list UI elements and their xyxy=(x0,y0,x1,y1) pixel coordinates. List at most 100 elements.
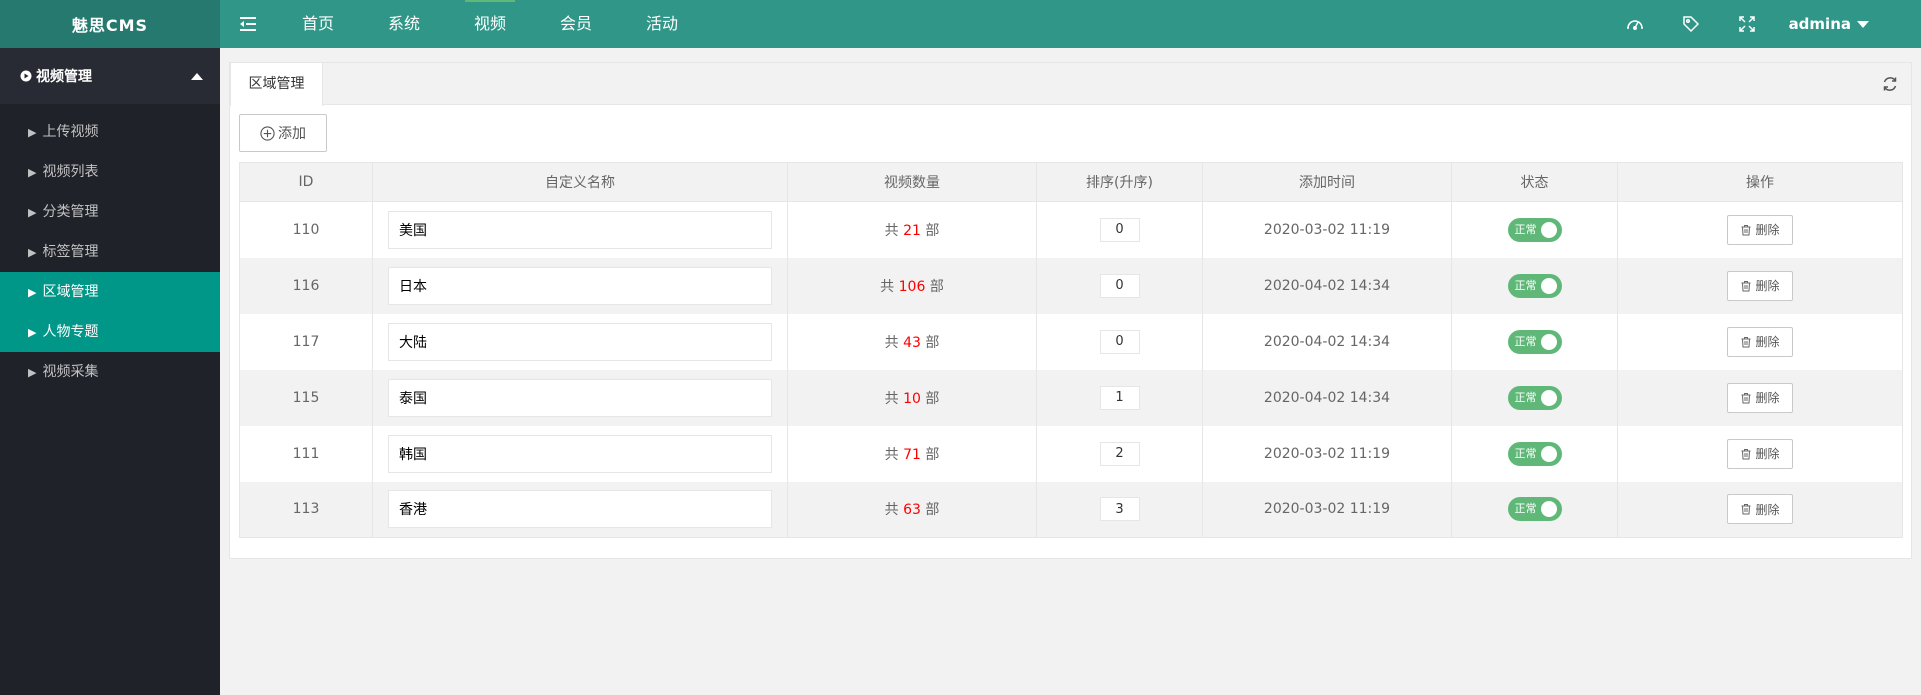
status-label: 正常 xyxy=(1514,334,1537,348)
col-actions: 操作 xyxy=(1617,162,1903,202)
plus-circle-icon xyxy=(260,125,275,141)
count-number: 106 xyxy=(898,278,926,295)
row-id: 116 xyxy=(239,257,373,314)
sidebar-item-region[interactable]: ▶ 区域管理 xyxy=(0,272,220,312)
region-name-input[interactable] xyxy=(388,210,772,249)
top-header: 魅思CMS 首页 系统 视频 会员 活动 admina xyxy=(0,0,1921,48)
user-menu[interactable]: admina xyxy=(1775,0,1921,48)
table-row: 113 共 63 部 2020-03-02 11:19 正常 删除 xyxy=(239,481,1903,538)
status-switch[interactable]: 正常 xyxy=(1507,273,1562,298)
sort-input[interactable] xyxy=(1099,441,1140,466)
sidebar-item-people[interactable]: ▶ 人物专题 xyxy=(0,312,220,352)
delete-button[interactable]: 删除 xyxy=(1727,214,1793,245)
chevron-down-icon xyxy=(1857,20,1869,28)
triangle-right-icon: ▶ xyxy=(28,166,37,179)
sort-input[interactable] xyxy=(1099,329,1140,354)
fullscreen-icon[interactable] xyxy=(1719,0,1775,48)
switch-knob xyxy=(1540,389,1557,406)
sidebar-item-upload-video[interactable]: ▶ 上传视频 xyxy=(0,112,220,152)
nav-video[interactable]: 视频 xyxy=(447,0,533,48)
switch-knob xyxy=(1540,333,1557,350)
added-time: 2020-03-02 11:19 xyxy=(1202,481,1452,538)
added-time: 2020-04-02 14:34 xyxy=(1202,369,1452,426)
status-switch[interactable]: 正常 xyxy=(1507,441,1562,466)
region-name-input[interactable] xyxy=(388,322,772,361)
trash-icon xyxy=(1741,224,1751,236)
status-label: 正常 xyxy=(1514,222,1537,236)
tab-region-management[interactable]: 区域管理 xyxy=(230,63,323,106)
user-name: admina xyxy=(1788,15,1851,33)
video-count: 共 71 部 xyxy=(787,425,1037,482)
refresh-icon[interactable] xyxy=(1881,75,1899,93)
video-count: 共 106 部 xyxy=(787,257,1037,314)
count-number: 10 xyxy=(903,390,921,407)
delete-button[interactable]: 删除 xyxy=(1727,438,1793,469)
count-number: 43 xyxy=(903,334,921,351)
row-id: 117 xyxy=(239,313,373,370)
nav-home[interactable]: 首页 xyxy=(275,0,361,48)
app-logo[interactable]: 魅思CMS xyxy=(0,0,220,48)
status-label: 正常 xyxy=(1514,390,1537,404)
delete-button[interactable]: 删除 xyxy=(1727,326,1793,357)
count-number: 63 xyxy=(903,502,921,519)
tag-icon[interactable] xyxy=(1663,0,1719,48)
status-label: 正常 xyxy=(1514,278,1537,292)
count-number: 71 xyxy=(903,446,921,463)
sidebar-group-video[interactable]: 视频管理 xyxy=(0,48,220,104)
status-switch[interactable]: 正常 xyxy=(1507,385,1562,410)
table-header-row: ID 自定义名称 视频数量 排序(升序) 添加时间 状态 操作 xyxy=(239,162,1903,202)
status-switch[interactable]: 正常 xyxy=(1507,217,1562,242)
theme-icon[interactable] xyxy=(1607,0,1663,48)
added-time: 2020-04-02 14:34 xyxy=(1202,257,1452,314)
top-nav: 首页 系统 视频 会员 活动 xyxy=(275,0,705,48)
table-row: 110 共 21 部 2020-03-02 11:19 正常 删除 xyxy=(239,201,1903,258)
sidebar-item-label: 分类管理 xyxy=(42,204,99,220)
col-id: ID xyxy=(239,162,373,202)
sort-input[interactable] xyxy=(1099,273,1140,298)
chevron-up-icon xyxy=(191,73,203,80)
trash-icon xyxy=(1741,280,1751,291)
delete-button[interactable]: 删除 xyxy=(1727,270,1793,301)
delete-button[interactable]: 删除 xyxy=(1727,494,1793,525)
trash-icon xyxy=(1741,392,1751,403)
row-id: 115 xyxy=(239,369,373,426)
triangle-right-icon: ▶ xyxy=(28,286,37,299)
nav-member[interactable]: 会员 xyxy=(533,0,619,48)
sort-input[interactable] xyxy=(1099,217,1140,242)
switch-knob xyxy=(1540,445,1557,462)
status-switch[interactable]: 正常 xyxy=(1507,329,1562,354)
region-name-input[interactable] xyxy=(388,490,772,529)
sort-input[interactable] xyxy=(1099,385,1140,410)
trash-icon xyxy=(1741,504,1751,515)
sidebar-item-label: 视频列表 xyxy=(42,164,99,180)
table-row: 117 共 43 部 2020-04-02 14:34 正常 删除 xyxy=(239,313,1903,370)
sidebar-group-label: 视频管理 xyxy=(36,69,92,85)
nav-activity[interactable]: 活动 xyxy=(619,0,705,48)
table-row: 111 共 71 部 2020-03-02 11:19 正常 删除 xyxy=(239,425,1903,482)
table-row: 115 共 10 部 2020-04-02 14:34 正常 删除 xyxy=(239,369,1903,426)
sort-input[interactable] xyxy=(1099,497,1140,522)
sidebar-item-category[interactable]: ▶ 分类管理 xyxy=(0,192,220,232)
sidebar-item-video-list[interactable]: ▶ 视频列表 xyxy=(0,152,220,192)
delete-button[interactable]: 删除 xyxy=(1727,382,1793,413)
sidebar-item-tags[interactable]: ▶ 标签管理 xyxy=(0,232,220,272)
region-name-input[interactable] xyxy=(388,378,772,417)
triangle-right-icon: ▶ xyxy=(28,246,37,259)
header-actions: admina xyxy=(1607,0,1921,48)
region-name-input[interactable] xyxy=(388,434,772,473)
video-count: 共 21 部 xyxy=(787,201,1037,258)
nav-system[interactable]: 系统 xyxy=(361,0,447,48)
row-id: 111 xyxy=(239,425,373,482)
status-label: 正常 xyxy=(1514,502,1537,516)
add-button[interactable]: 添加 xyxy=(239,114,327,152)
col-sort: 排序(升序) xyxy=(1036,162,1203,202)
play-circle-icon xyxy=(20,70,32,82)
triangle-right-icon: ▶ xyxy=(28,206,37,219)
region-table: ID 自定义名称 视频数量 排序(升序) 添加时间 状态 操作 110 共 21… xyxy=(239,162,1903,538)
status-switch[interactable]: 正常 xyxy=(1507,497,1562,522)
col-name: 自定义名称 xyxy=(372,162,788,202)
menu-toggle-icon[interactable] xyxy=(238,15,258,33)
region-name-input[interactable] xyxy=(388,266,772,305)
sidebar-item-label: 标签管理 xyxy=(42,244,99,260)
sidebar-item-collect[interactable]: ▶ 视频采集 xyxy=(0,352,220,392)
